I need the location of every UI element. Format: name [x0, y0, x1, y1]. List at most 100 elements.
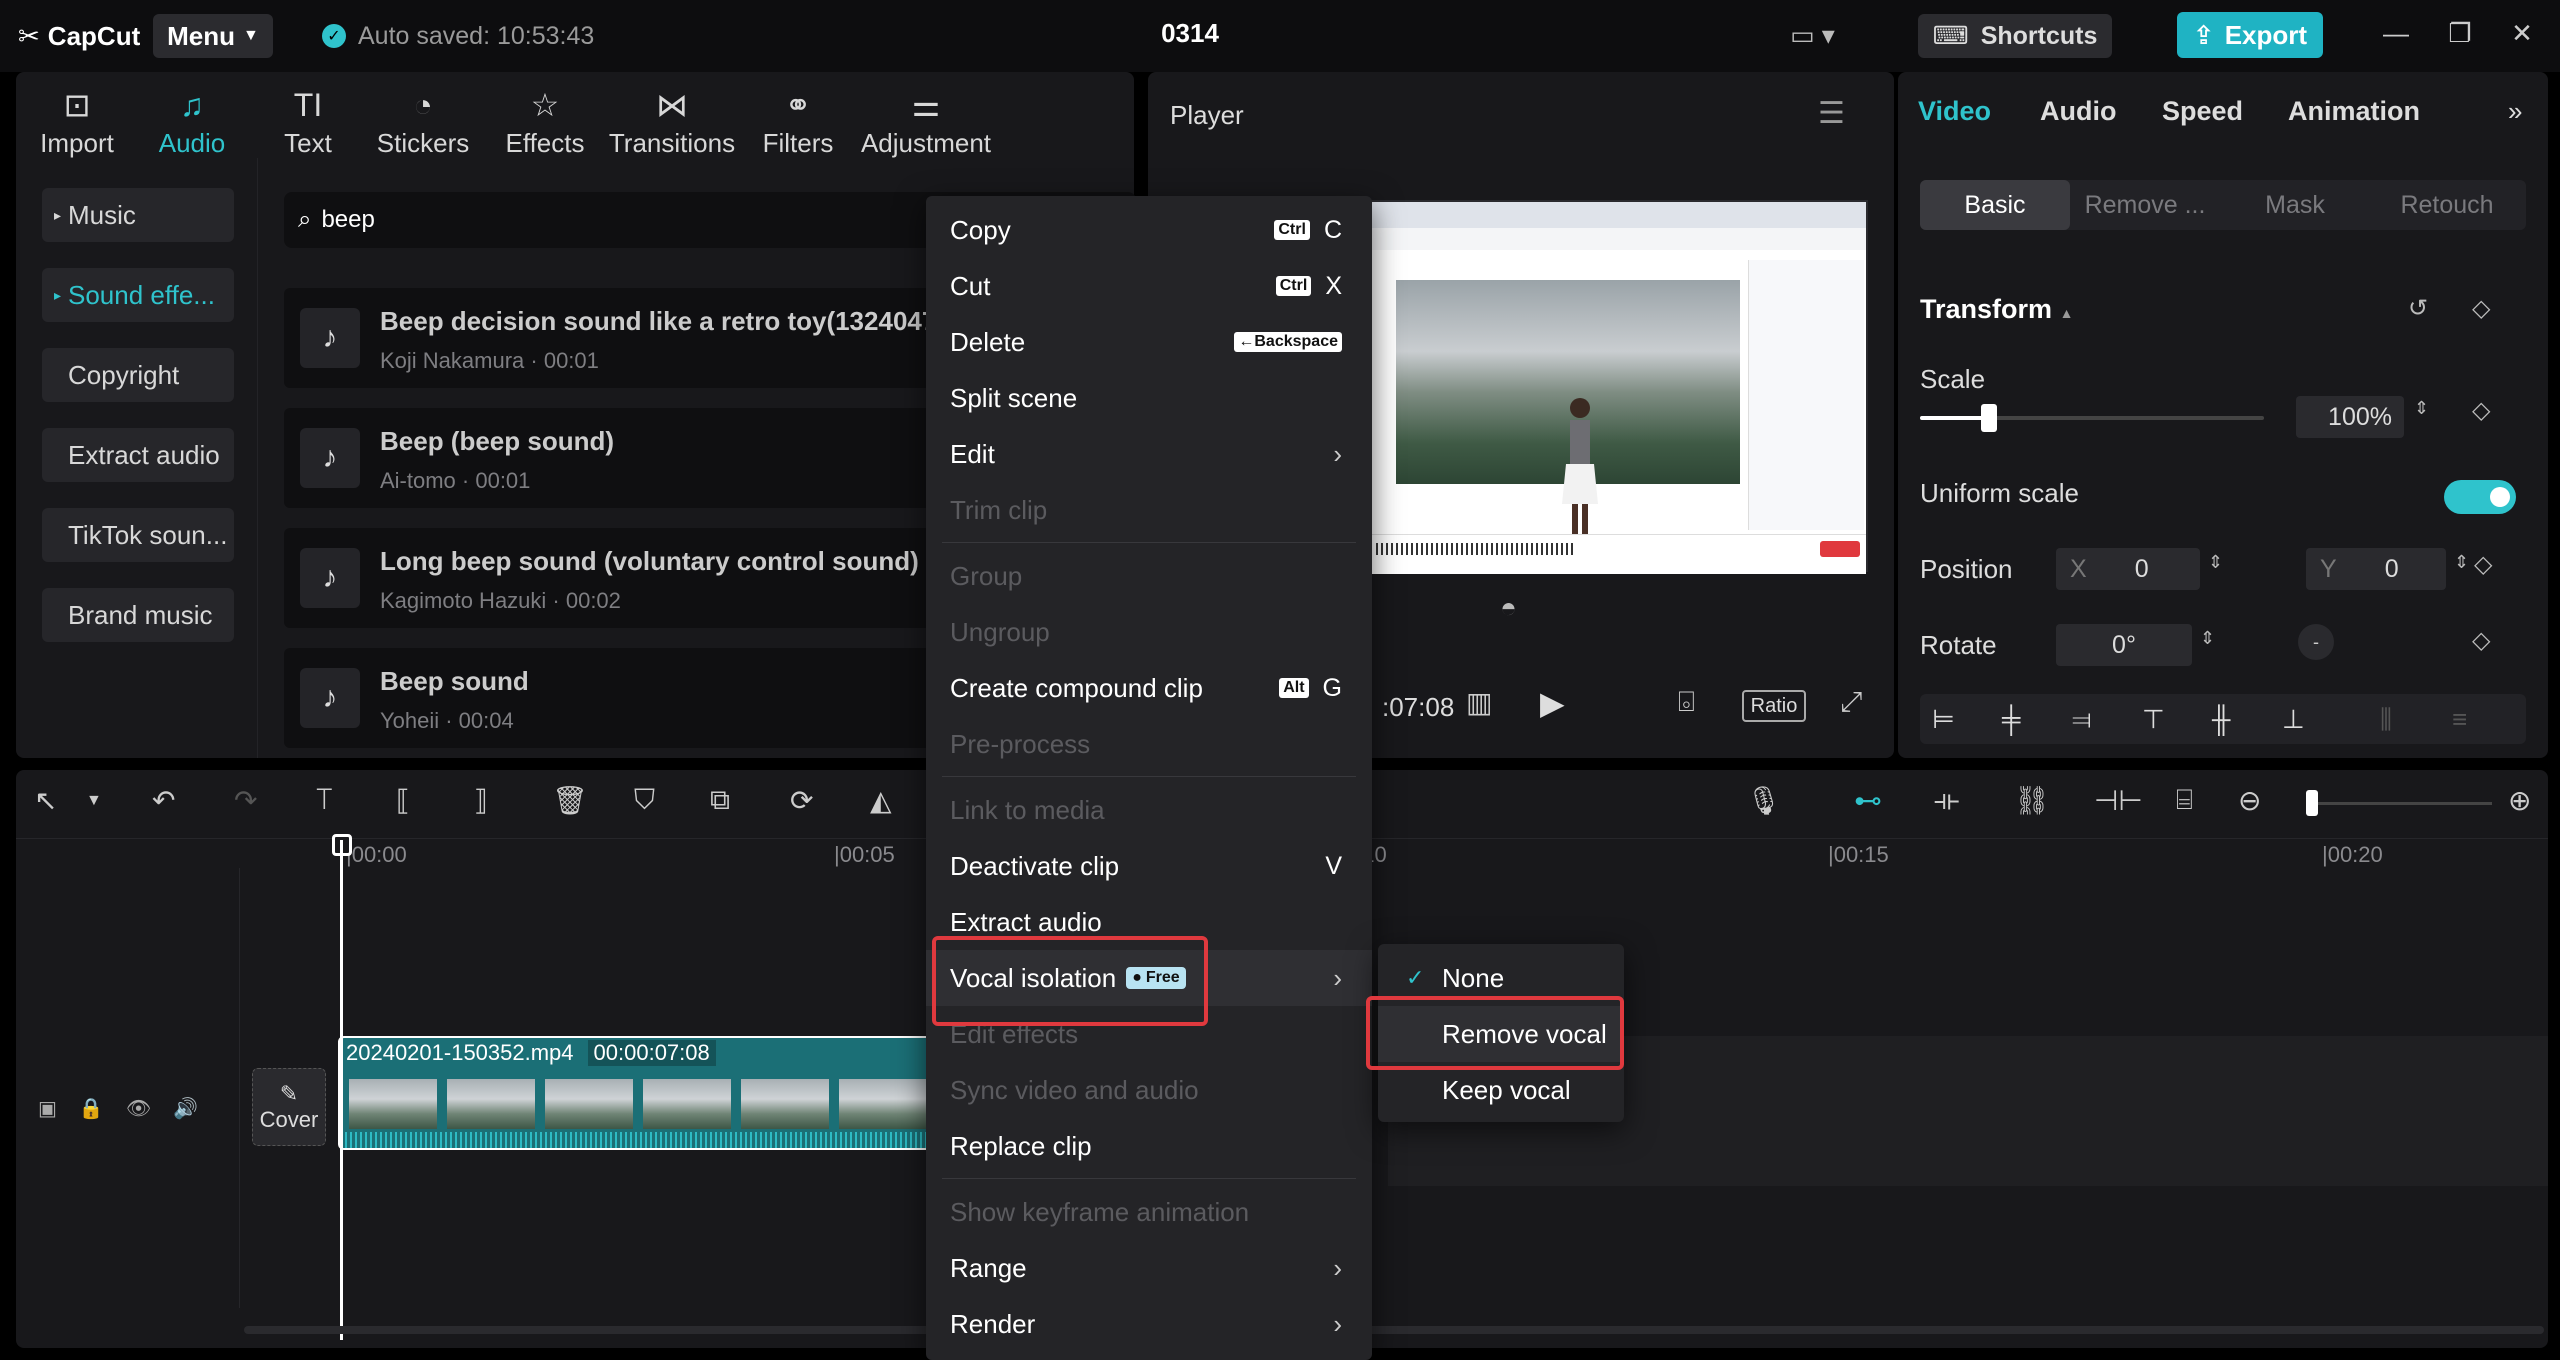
menu-item-replace-clip[interactable]: Replace clip — [926, 1118, 1372, 1174]
shortcuts-button[interactable]: ⌨ Shortcuts — [1918, 14, 2112, 58]
menu-item-split-scene[interactable]: Split scene — [926, 370, 1372, 426]
speaker-icon[interactable]: 🔊 — [173, 1096, 198, 1121]
menu-item-cut[interactable]: Cut Ctrl X — [926, 258, 1372, 314]
trim-right-icon[interactable]: ⟧ — [474, 784, 488, 817]
subtab-retouch[interactable]: Retouch — [2372, 180, 2522, 230]
export-button[interactable]: ⇪ Export — [2177, 12, 2323, 58]
ratio-button[interactable]: Ratio — [1742, 690, 1806, 722]
position-x-field[interactable]: X 0 — [2056, 548, 2200, 590]
mirror-icon[interactable]: ◭ — [870, 784, 892, 817]
rotate-dial-icon[interactable]: - — [2298, 624, 2334, 660]
submenu-item-keep-vocal[interactable]: Keep vocal — [1378, 1062, 1624, 1118]
scale-slider-handle[interactable] — [1980, 404, 1997, 432]
main-track-magnet-icon[interactable]: ⊷ — [1854, 784, 1882, 817]
sidebar-item-music[interactable]: ▸ Music — [42, 188, 234, 242]
playhead[interactable] — [340, 840, 343, 1340]
sidebar-item-copyright[interactable]: Copyright — [42, 348, 234, 402]
keyframe-icon[interactable]: ◇ — [2472, 294, 2490, 323]
select-cursor-icon[interactable]: ↖ — [34, 784, 57, 817]
reset-icon[interactable]: ↺ — [2408, 294, 2428, 323]
tab-import[interactable]: ⊡ Import — [32, 78, 122, 168]
minimize-icon[interactable]: — — [2376, 18, 2416, 54]
snapshot-icon[interactable]: ⌻ — [1678, 686, 1695, 719]
tab-stickers[interactable]: ◔ Stickers — [368, 78, 478, 168]
menu-item-copy[interactable]: Copy Ctrl C — [926, 202, 1372, 258]
stepper-icon[interactable]: ⇕ — [2414, 398, 2429, 419]
undo-icon[interactable]: ↶ — [152, 784, 175, 817]
subtab-basic[interactable]: Basic — [1920, 180, 2070, 230]
align-center-v-icon[interactable]: ╫ — [2212, 704, 2230, 735]
align-right-icon[interactable]: ⫤ — [2072, 704, 2092, 736]
keyframe-icon[interactable]: ◇ — [2472, 626, 2490, 655]
align-center-h-icon[interactable]: ╪ — [2002, 704, 2020, 735]
cover-button[interactable]: ✎ Cover — [252, 1068, 326, 1146]
restore-icon[interactable]: ❐ — [2440, 18, 2480, 54]
sidebar-item-brand-music[interactable]: Brand music — [42, 588, 234, 642]
sidebar-item-sound-effects[interactable]: ▸ Sound effe... — [42, 268, 234, 322]
tab-video[interactable]: Video — [1918, 96, 1991, 127]
preview-axis-icon[interactable]: ⌸ — [2176, 784, 2193, 817]
keyframe-icon[interactable]: ◇ — [2474, 550, 2492, 579]
tab-speed[interactable]: Speed — [2162, 96, 2243, 127]
align-bottom-icon[interactable]: ⊥ — [2282, 704, 2305, 735]
sidebar-item-tiktok-sounds[interactable]: TikTok soun... — [42, 508, 234, 562]
horizontal-scrollbar[interactable] — [244, 1326, 2544, 1334]
chevron-double-right-icon[interactable]: » — [2508, 96, 2522, 127]
zoom-slider[interactable] — [2312, 802, 2492, 805]
tab-audio-props[interactable]: Audio — [2040, 96, 2116, 127]
stepper-icon[interactable]: ⇕ — [2454, 552, 2469, 573]
zoom-slider-handle[interactable] — [2306, 790, 2318, 816]
sidebar-item-extract-audio[interactable]: Extract audio — [42, 428, 234, 482]
tab-filters[interactable]: ⚭ Filters — [748, 78, 848, 168]
close-icon[interactable]: ✕ — [2502, 18, 2542, 54]
tab-transitions[interactable]: ⋈ Transitions — [592, 78, 752, 168]
video-track-icon[interactable]: ▣ — [38, 1096, 57, 1121]
align-top-icon[interactable]: ⊤ — [2142, 704, 2165, 735]
reverse-icon[interactable]: ⟳ — [790, 784, 813, 817]
align-left-icon[interactable]: ⊨ — [1932, 704, 1955, 735]
marker-icon[interactable]: ⛉ — [634, 784, 655, 817]
split-preview-icon[interactable]: ⊣⊢ — [2094, 784, 2143, 817]
uniform-scale-toggle[interactable] — [2444, 480, 2516, 514]
video-preview[interactable] — [1370, 200, 1868, 574]
play-icon[interactable]: ▶ — [1540, 684, 1565, 722]
tab-animation[interactable]: Animation — [2288, 96, 2420, 127]
menu-button[interactable]: Menu ▼ — [153, 14, 273, 58]
stepper-icon[interactable]: ⇕ — [2200, 628, 2215, 649]
scale-field[interactable]: 100% — [2296, 396, 2404, 438]
auto-snap-icon[interactable]: ⟛ — [1934, 784, 1959, 817]
stepper-icon[interactable]: ⇕ — [2208, 552, 2223, 573]
fullscreen-icon[interactable]: ⤢ — [1840, 686, 1862, 719]
chevron-down-icon[interactable]: ▼ — [86, 792, 102, 810]
tab-audio[interactable]: ♫ Audio — [152, 78, 232, 168]
microphone-icon[interactable]: 🎙 — [1746, 784, 1782, 817]
crop-icon[interactable]: ⧉ — [710, 784, 730, 817]
keyframe-icon[interactable]: ◇ — [2472, 396, 2490, 425]
menu-item-deactivate-clip[interactable]: Deactivate clip V — [926, 838, 1372, 894]
split-icon[interactable]: ⟙ — [316, 784, 333, 817]
menu-item-edit[interactable]: Edit › — [926, 426, 1372, 482]
position-y-field[interactable]: Y 0 — [2306, 548, 2446, 590]
hamburger-icon[interactable]: ☰ — [1818, 96, 1845, 131]
delete-icon[interactable]: 🗑 — [552, 784, 588, 817]
trim-left-icon[interactable]: ⟦ — [396, 784, 410, 817]
lock-icon[interactable]: 🔒 — [79, 1096, 104, 1121]
menu-item-create-compound-clip[interactable]: Create compound clip Alt G — [926, 660, 1372, 716]
link-icon[interactable]: ⛓ — [2014, 784, 2050, 817]
menu-item-delete[interactable]: Delete ←Backspace — [926, 314, 1372, 370]
subtab-remove[interactable]: Remove ... — [2070, 180, 2220, 230]
transform-header[interactable]: Transform ▲ — [1920, 294, 2073, 325]
project-title[interactable]: 0314 — [1100, 18, 1280, 49]
zoom-in-icon[interactable]: ⊕ — [2508, 784, 2531, 817]
zoom-out-icon[interactable]: ⊖ — [2238, 784, 2261, 817]
subtab-mask[interactable]: Mask — [2220, 180, 2370, 230]
tab-text[interactable]: TI Text — [272, 78, 344, 168]
eye-icon[interactable]: 👁 — [126, 1096, 151, 1121]
waveform-icon[interactable]: ▥ — [1466, 686, 1492, 719]
tab-adjustment[interactable]: ⚌ Adjustment — [846, 78, 1006, 168]
menu-item-range[interactable]: Range › — [926, 1240, 1372, 1296]
menu-item-render[interactable]: Render › — [926, 1296, 1372, 1352]
layout-icon[interactable]: ▭ ▾ — [1790, 20, 1850, 52]
tab-effects[interactable]: ☆ Effects — [490, 78, 600, 168]
video-clip[interactable]: 20240201-150352.mp4 00:00:07:08 — [338, 1036, 958, 1150]
